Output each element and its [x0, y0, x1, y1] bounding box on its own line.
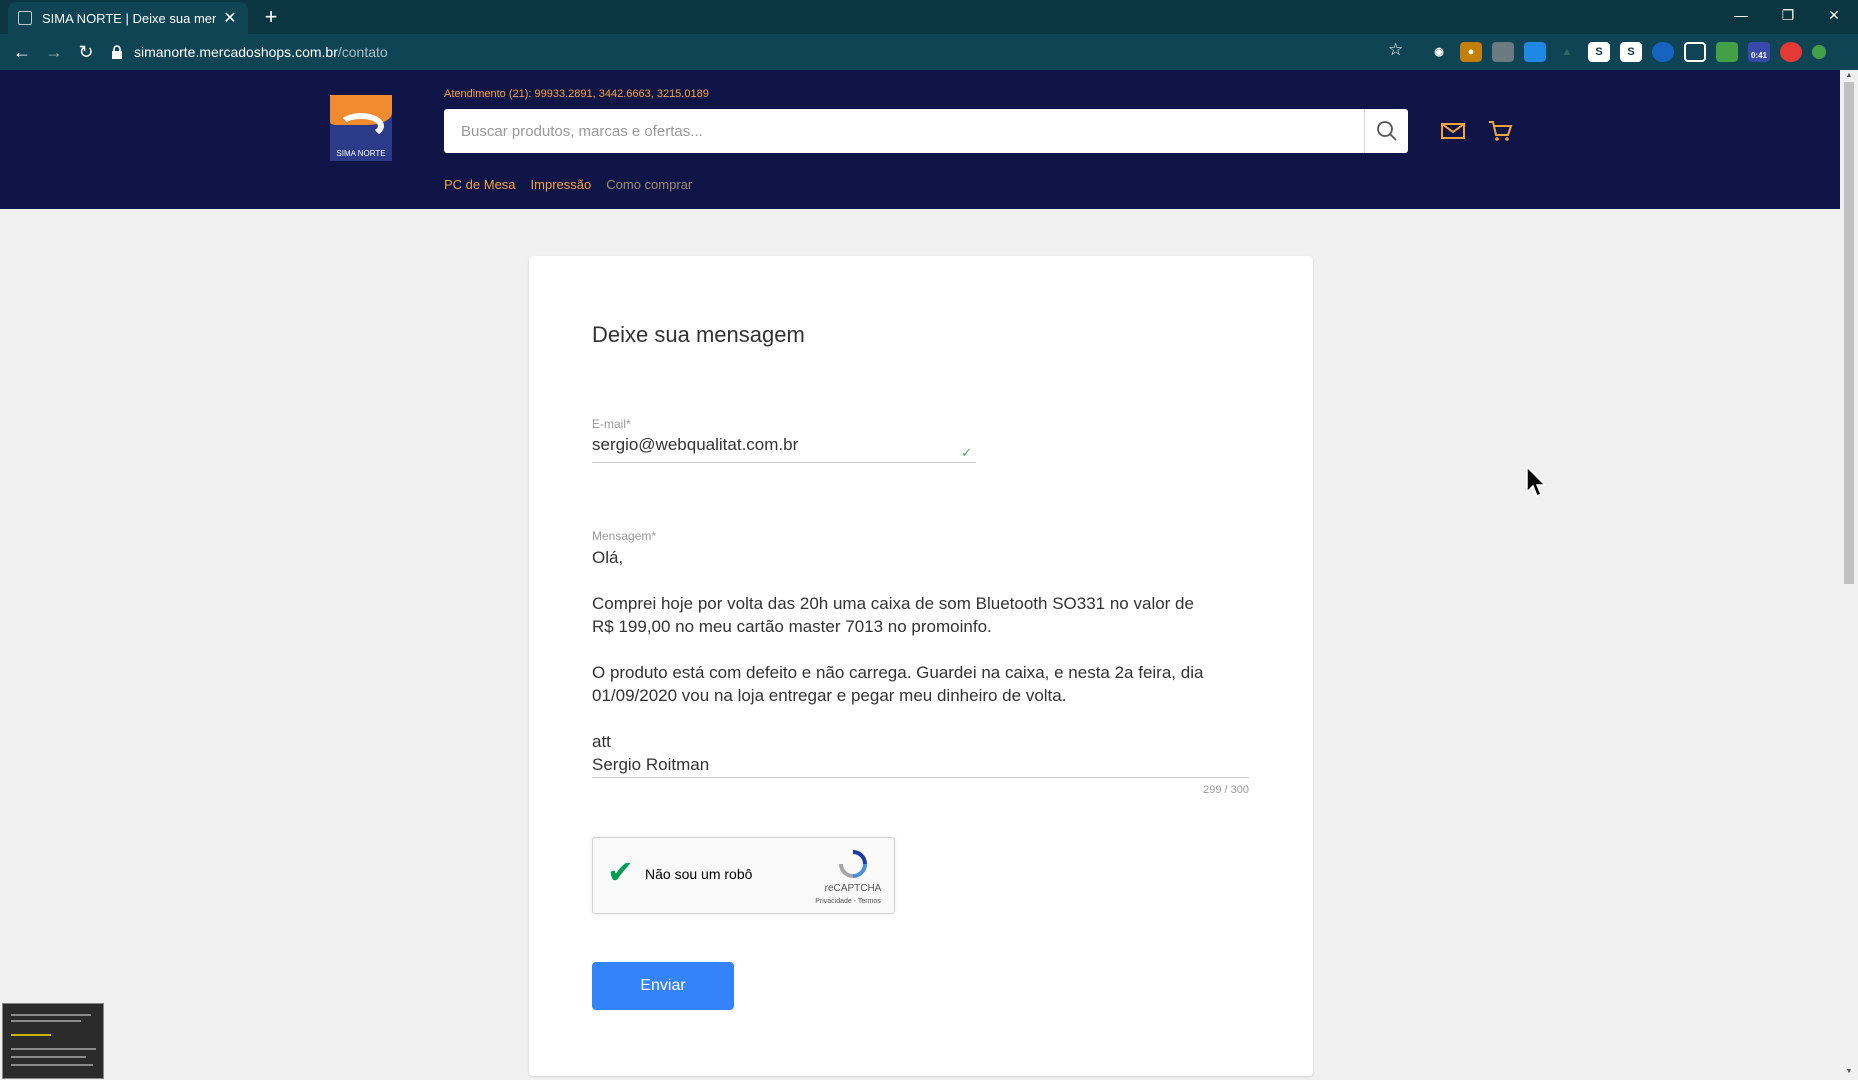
- preview-line: [11, 1064, 93, 1066]
- preview-line: [11, 1056, 86, 1058]
- extension-folder-icon[interactable]: [1716, 42, 1738, 62]
- mouse-cursor-icon: [1526, 466, 1547, 498]
- nav-item-pc-de-mesa[interactable]: PC de Mesa: [444, 177, 516, 192]
- page-title: Deixe sua mensagem: [592, 322, 805, 347]
- url-host: simanorte.mercadoshops.com.br: [134, 44, 338, 60]
- preview-line: [11, 1014, 91, 1016]
- char-counter: 299 / 300: [1203, 784, 1249, 796]
- search-bar: [444, 109, 1408, 153]
- reload-icon[interactable]: ↻: [72, 38, 100, 66]
- email-field[interactable]: sergio@webqualitat.com.br ✓: [592, 435, 976, 463]
- site-header: SIMA NORTE Atendimento (21): 99933.2891,…: [0, 70, 1840, 209]
- forward-arrow-icon[interactable]: →: [40, 38, 68, 66]
- logo-wave-shape: [338, 113, 384, 139]
- back-arrow-icon[interactable]: ←: [8, 38, 36, 66]
- preview-line: [11, 1020, 81, 1022]
- message-line: Sergio Roitman: [592, 755, 710, 774]
- recaptcha-brand: reCAPTCHA: [824, 883, 882, 894]
- message-line: 01/09/2020 vou na loja entregar e pegar …: [592, 686, 1067, 705]
- extension-glasses-icon[interactable]: ◉: [1428, 42, 1450, 62]
- logo-text: SIMA NORTE: [336, 149, 386, 158]
- scroll-down-arrow-icon[interactable]: ▼: [1844, 1068, 1854, 1075]
- tab-title: SIMA NORTE | Deixe sua mensag: [42, 10, 216, 26]
- mail-icon[interactable]: [1440, 119, 1466, 143]
- search-input[interactable]: [444, 109, 1364, 153]
- nav-item-impressao[interactable]: Impressão: [531, 177, 592, 192]
- preview-line: [11, 1048, 96, 1050]
- extension-badge-icon[interactable]: ●: [1460, 42, 1482, 62]
- extension-screenshot-icon[interactable]: [1684, 42, 1706, 62]
- extension-s-icon[interactable]: S: [1588, 42, 1610, 62]
- contact-form-card: Deixe sua mensagem E-mail* sergio@webqua…: [529, 256, 1313, 1076]
- message-line: O produto está com defeito e não carrega…: [592, 663, 1204, 682]
- extension-drive-icon[interactable]: ▲: [1556, 42, 1578, 62]
- message-line: Olá,: [592, 548, 624, 567]
- extensions-bar: ◉ ● ▲ S S 0:41: [1428, 42, 1826, 62]
- submit-button[interactable]: Enviar: [592, 962, 734, 1010]
- message-line: att: [592, 732, 611, 751]
- recaptcha-checkmark-icon[interactable]: ✔: [607, 856, 634, 888]
- scrollbar-thumb[interactable]: [1844, 82, 1854, 584]
- scroll-up-arrow-icon[interactable]: ▲: [1844, 72, 1854, 79]
- message-textarea[interactable]: Olá, Comprei hoje por volta das 20h uma …: [592, 546, 1249, 778]
- extension-save-icon[interactable]: [1524, 42, 1546, 62]
- extension-timer-icon[interactable]: 0:41: [1748, 42, 1770, 62]
- nav-item-como-comprar[interactable]: Como comprar: [606, 177, 692, 192]
- email-label: E-mail*: [592, 417, 631, 431]
- page-favicon-icon: [18, 11, 32, 25]
- message-label: Mensagem*: [592, 529, 657, 543]
- extension-stop-icon[interactable]: [1780, 42, 1802, 62]
- valid-check-icon: ✓: [961, 445, 972, 460]
- tab-close-icon[interactable]: ✕: [222, 8, 238, 28]
- message-line: Comprei hoje por volta das 20h uma caixa…: [592, 594, 1194, 613]
- new-tab-button[interactable]: +: [258, 4, 284, 30]
- browser-tabstrip: SIMA NORTE | Deixe sua mensag ✕ + — ❐ ✕: [0, 0, 1858, 34]
- minimize-button[interactable]: —: [1718, 0, 1764, 30]
- recaptcha-widget[interactable]: ✔ Não sou um robô reCAPTCHA Privacidade …: [592, 837, 895, 914]
- window-thumbnail-preview[interactable]: [2, 1003, 104, 1079]
- lock-icon: [112, 45, 122, 59]
- close-window-button[interactable]: ✕: [1811, 0, 1857, 30]
- browser-tab[interactable]: SIMA NORTE | Deixe sua mensag ✕: [8, 2, 248, 34]
- email-value: sergio@webqualitat.com.br: [592, 435, 799, 454]
- preview-line: [11, 1034, 51, 1036]
- search-button[interactable]: [1364, 109, 1408, 153]
- extension-image-icon[interactable]: [1492, 42, 1514, 62]
- cart-icon[interactable]: [1487, 119, 1513, 143]
- profile-avatar-icon[interactable]: [1812, 45, 1826, 59]
- bookmark-star-icon[interactable]: ☆: [1388, 40, 1403, 60]
- support-phone: Atendimento (21): 99933.2891, 3442.6663,…: [444, 88, 709, 100]
- recaptcha-links[interactable]: Privacidade - Termos: [803, 898, 893, 905]
- address-bar[interactable]: simanorte.mercadoshops.com.br /contato: [110, 39, 1410, 65]
- restore-button[interactable]: ❐: [1765, 0, 1811, 30]
- message-line: R$ 199,00 no meu cartão master 7013 no p…: [592, 617, 992, 636]
- extension-s2-icon[interactable]: S: [1620, 42, 1642, 62]
- search-icon: [1376, 121, 1397, 141]
- category-nav: PC de Mesa Impressão Como comprar: [444, 177, 692, 192]
- browser-toolbar: ← → ↻ simanorte.mercadoshops.com.br /con…: [0, 34, 1858, 70]
- recaptcha-logo-icon: [839, 850, 867, 878]
- extension-circle-icon[interactable]: [1652, 42, 1674, 62]
- url-path: /contato: [337, 44, 388, 60]
- store-logo[interactable]: SIMA NORTE: [330, 95, 392, 161]
- recaptcha-label: Não sou um robô: [645, 866, 753, 882]
- page-scrollbar[interactable]: ▲ ▼: [1840, 70, 1858, 1080]
